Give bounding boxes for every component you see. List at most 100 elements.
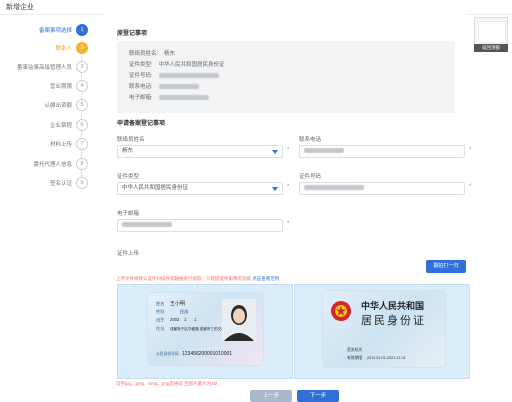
id-type-label: 证件类型 — [117, 174, 140, 180]
upload-hint-text: 上传文件将默认证件扫描件或翻拍进行提取；只能提证件影像的功能 — [116, 276, 251, 281]
original-section-title: 原登记事项 — [117, 31, 148, 37]
id-card-front-art: 姓名 王小明 性别 民族 出生 2002 1 1 住址 成都新宁区华盛路 成都市… — [156, 299, 256, 357]
phone-input[interactable] — [299, 145, 465, 158]
back-to-top-button[interactable]: 返回顶部 — [474, 44, 508, 52]
redacted-value — [304, 185, 364, 191]
name-value: 杨东 — [122, 148, 134, 154]
national-emblem-icon — [331, 301, 351, 321]
example-link[interactable]: 点击查看范例 — [252, 276, 279, 281]
id-type-value: 中华人民共和国居民身份证 — [122, 185, 189, 191]
step-number: 5 — [76, 99, 88, 111]
step-label: 备案事项选择 — [38, 28, 72, 34]
id-no-label: 证件号码 — [299, 174, 322, 180]
step-number: 3 — [76, 61, 88, 73]
info-label: 证件类型: — [129, 62, 153, 68]
redacted-value — [158, 84, 199, 90]
required-mark: * — [469, 147, 472, 153]
step-label: 委托代理人信息 — [33, 162, 72, 168]
email-input[interactable] — [117, 219, 283, 232]
step-number: 9 — [76, 177, 88, 189]
info-label: 电子邮箱: — [129, 95, 153, 101]
id-number-value: 123456200001010001 — [182, 351, 232, 357]
step-label: 董事监事高级管理人员 — [16, 65, 72, 71]
redacted-value — [158, 95, 209, 101]
required-mark: * — [287, 221, 290, 227]
id-name-value: 王小明 — [170, 300, 185, 307]
step-8[interactable]: 委托代理人信息 8 — [0, 156, 100, 172]
redacted-value — [304, 148, 344, 154]
step-6[interactable]: 企业章程 6 — [0, 117, 100, 133]
id-name-label: 姓名 — [156, 300, 164, 307]
id-birth-day: 1 — [194, 317, 197, 322]
info-row-phone: 联系电话: — [129, 82, 199, 90]
thumbnail-preview — [478, 21, 506, 43]
email-label: 电子邮箱 — [117, 211, 140, 217]
info-row-name: 联络员姓名: 杨东 — [129, 49, 175, 57]
info-value: 中华人民共和国居民身份证 — [158, 62, 225, 68]
id-validity-label: 有效期限 — [347, 355, 362, 360]
id-card-front-image: 姓名 王小明 性别 民族 出生 2002 1 1 住址 成都新宁区华盛路 成都市… — [148, 293, 263, 365]
file-format-note: 可传jpg，jpeg，bmp，png等格式 且图片最大为1M — [116, 381, 218, 386]
redacted-value — [158, 73, 219, 79]
step-number: 8 — [76, 158, 88, 170]
id-card-back-image: 中华人民共和国 居民身份证 签发机关 有效期限 2011.01.01-2021.… — [323, 291, 445, 367]
step-7[interactable]: 材料上传 7 — [0, 136, 100, 152]
chevron-down-icon — [272, 150, 278, 154]
id-front-upload[interactable]: 姓名 王小明 性别 民族 出生 2002 1 1 住址 成都新宁区华盛路 成都市… — [117, 284, 293, 379]
name-label: 联络员姓名 — [117, 137, 145, 143]
info-label: 联系电话: — [129, 84, 153, 90]
info-row-id-type: 证件类型: 中华人民共和国居民身份证 — [129, 60, 225, 68]
required-mark: * — [287, 184, 290, 190]
step-3[interactable]: 董事监事高级管理人员 3 — [0, 59, 100, 75]
redacted-value — [122, 222, 172, 228]
step-5[interactable]: 认缴出资额 5 — [0, 97, 100, 113]
id-validity-value: 2011.01.01-2021.11.01 — [367, 356, 406, 360]
id-number-label: 公民身份号码 — [156, 351, 179, 356]
chevron-down-icon — [272, 187, 278, 191]
info-label: 联络员姓名: — [129, 51, 159, 57]
step-label: 营业期限 — [49, 84, 72, 90]
info-row-email: 电子邮箱: — [129, 93, 209, 101]
step-number: 7 — [76, 138, 88, 150]
required-mark: * — [469, 184, 472, 190]
id-birth-year: 2002 — [170, 317, 180, 322]
id-birth-month: 1 — [184, 317, 187, 322]
step-label: 认缴出资额 — [44, 103, 72, 109]
step-number: 6 — [76, 119, 88, 131]
step-1[interactable]: 备案事项选择 1 — [0, 22, 100, 38]
id-title-text: 居民身份证 — [361, 313, 426, 327]
info-label: 证件号码: — [129, 73, 153, 79]
upload-button[interactable]: 翻拍打一归 — [426, 260, 466, 273]
original-info-box: 联络员姓名: 杨东 证件类型: 中华人民共和国居民身份证 证件号码: 联系电话: 电… — [117, 41, 455, 113]
title-bar: 新增企业 — [0, 0, 512, 15]
form-card: 原登记事项 联络员姓名: 杨东 证件类型: 中华人民共和国居民身份证 证件号码: 联… — [104, 14, 472, 402]
next-step-button[interactable]: 下一步 — [297, 390, 339, 402]
id-birth-label: 出生 — [156, 316, 164, 323]
id-no-input[interactable] — [299, 182, 465, 195]
info-row-id-no: 证件号码: — [129, 71, 219, 79]
step-label: 联系人 — [55, 46, 72, 52]
page-thumbnail[interactable] — [474, 17, 508, 45]
step-2[interactable]: 联系人 2 — [0, 40, 100, 56]
id-sex-label: 性别 — [156, 308, 164, 315]
step-9[interactable]: 签名认证 9 — [0, 175, 100, 191]
apply-section-title: 申请备案登记事项 — [117, 121, 166, 127]
step-number: 4 — [76, 80, 88, 92]
id-country-text: 中华人民共和国 — [361, 300, 424, 311]
name-select[interactable]: 杨东 — [117, 145, 283, 158]
prev-step-button[interactable]: 上一步 — [250, 390, 292, 402]
id-card-back-art: 中华人民共和国 居民身份证 签发机关 有效期限 2011.01.01-2021.… — [331, 300, 426, 360]
portrait-icon — [222, 299, 256, 341]
id-authority-label: 签发机关 — [347, 347, 362, 352]
phone-label: 联系电话 — [299, 137, 322, 143]
id-type-select[interactable]: 中华人民共和国居民身份证 — [117, 182, 283, 195]
step-label: 签名认证 — [49, 181, 72, 187]
step-label: 材料上传 — [49, 142, 72, 148]
id-ethnic-label: 民族 — [180, 308, 189, 315]
window-title: 新增企业 — [6, 4, 34, 11]
step-4[interactable]: 营业期限 4 — [0, 78, 100, 94]
step-number: 2 — [76, 42, 88, 54]
step-label: 企业章程 — [49, 123, 72, 129]
id-back-upload[interactable]: 中华人民共和国 居民身份证 签发机关 有效期限 2011.01.01-2021.… — [294, 284, 470, 379]
step-number: 1 — [76, 24, 88, 36]
